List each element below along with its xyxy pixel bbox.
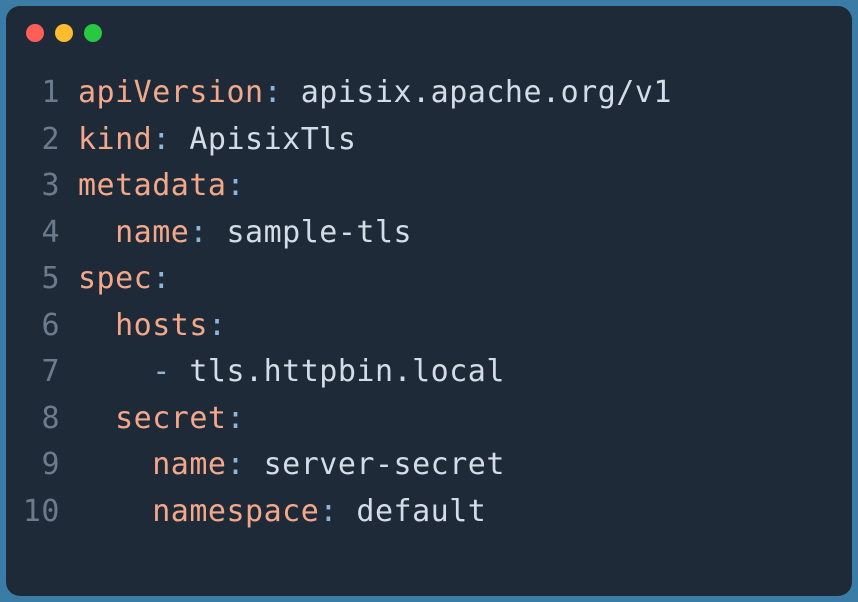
line-number: 6 [6, 303, 78, 350]
line-number: 9 [6, 442, 78, 489]
line-number: 1 [6, 70, 78, 117]
code-content: namespace: default [78, 489, 486, 536]
code-line: 4 name: sample-tls [6, 210, 832, 257]
code-content: kind: ApisixTls [78, 117, 356, 164]
code-content: secret: [78, 396, 245, 443]
line-number: 4 [6, 210, 78, 257]
line-number: 2 [6, 117, 78, 164]
code-content: metadata: [78, 163, 245, 210]
code-content: hosts: [78, 303, 227, 350]
code-line: 7 - tls.httpbin.local [6, 349, 832, 396]
code-line: 9 name: server-secret [6, 442, 832, 489]
code-editor[interactable]: 1 apiVersion: apisix.apache.org/v1 2 kin… [6, 50, 852, 555]
code-line: 6 hosts: [6, 303, 832, 350]
code-line: 2 kind: ApisixTls [6, 117, 832, 164]
line-number: 5 [6, 256, 78, 303]
code-line: 10 namespace: default [6, 489, 832, 536]
code-content: spec: [78, 256, 171, 303]
code-content: apiVersion: apisix.apache.org/v1 [78, 70, 672, 117]
code-content: - tls.httpbin.local [78, 349, 505, 396]
code-window: 1 apiVersion: apisix.apache.org/v1 2 kin… [6, 6, 852, 596]
line-number: 3 [6, 163, 78, 210]
code-line: 3 metadata: [6, 163, 832, 210]
line-number: 7 [6, 349, 78, 396]
code-content: name: server-secret [78, 442, 505, 489]
code-line: 1 apiVersion: apisix.apache.org/v1 [6, 70, 832, 117]
maximize-icon[interactable] [84, 24, 102, 42]
minimize-icon[interactable] [55, 24, 73, 42]
close-icon[interactable] [26, 24, 44, 42]
line-number: 10 [6, 489, 78, 536]
line-number: 8 [6, 396, 78, 443]
code-line: 8 secret: [6, 396, 832, 443]
window-titlebar [6, 6, 852, 50]
code-content: name: sample-tls [78, 210, 412, 257]
code-line: 5 spec: [6, 256, 832, 303]
